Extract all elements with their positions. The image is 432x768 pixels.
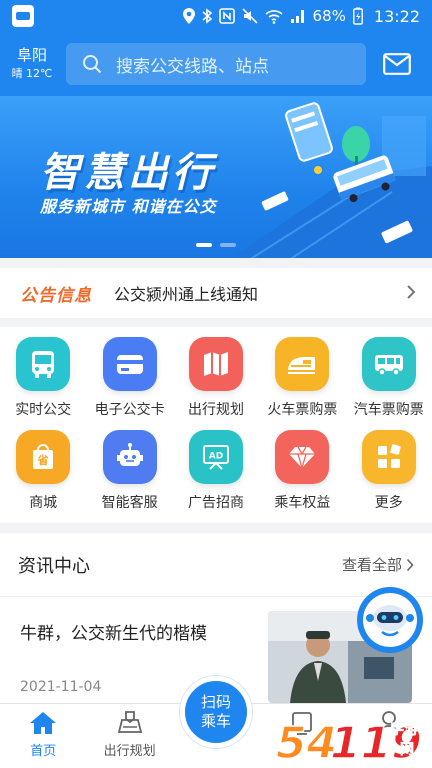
service-train-ticket[interactable]: 火车票购票 <box>259 337 345 430</box>
notice-bar[interactable]: 公告信息 公交颍州通上线通知 <box>0 268 432 318</box>
robot-icon <box>102 430 157 484</box>
nfc-icon <box>218 8 235 24</box>
service-label: 汽车票购票 <box>353 402 424 418</box>
service-label: 商城 <box>29 495 58 511</box>
battery-percent: 68% <box>312 7 346 25</box>
svg-text:手游: 手游 <box>390 721 418 738</box>
message-button[interactable] <box>382 49 412 79</box>
route-map-icon <box>117 711 142 733</box>
banner-title: 智慧出行 <box>40 150 216 196</box>
notice-tag: 公告信息 <box>20 285 92 306</box>
shopping-bag-icon: 省 <box>16 430 71 484</box>
scan-to-ride-button[interactable]: 扫码 乘车 <box>180 676 252 748</box>
bus-icon <box>16 337 71 391</box>
robot-assistant-button[interactable] <box>356 586 424 654</box>
search-input[interactable]: 搜索公交线路、站点 <box>66 43 366 85</box>
site-watermark: 54 119 手游 网 <box>275 717 422 768</box>
carousel-dot-active <box>196 243 212 247</box>
notice-text: 公交颍州通上线通知 <box>114 285 259 304</box>
home-icon <box>30 712 57 734</box>
service-label: 广告招商 <box>187 495 244 511</box>
status-time: 13:22 <box>373 6 420 26</box>
tab-home-label: 首页 <box>30 744 57 759</box>
carousel-indicator <box>196 243 236 247</box>
status-bar: 68% 13:22 <box>0 0 432 32</box>
svg-text:省: 省 <box>37 453 49 467</box>
city-weather: 晴 12℃ <box>11 67 53 80</box>
bluetooth-icon <box>202 8 212 24</box>
tab-home[interactable]: 首页 <box>0 704 86 768</box>
search-icon <box>83 55 102 74</box>
wifi-icon <box>264 10 283 24</box>
service-label: 电子公交卡 <box>94 402 165 418</box>
city-traffic-illustration <box>232 102 432 258</box>
mail-icon <box>383 53 411 75</box>
svg-text:AD: AD <box>209 452 223 462</box>
service-label: 实时公交 <box>15 402 72 418</box>
service-grid: 实时公交 电子公交卡 出行规划 火车票购票 汽车票购票 省 商城 智能客服 AD… <box>0 327 432 523</box>
tab-trip-plan[interactable]: 出行规划 <box>86 704 172 768</box>
diamond-icon <box>275 430 330 484</box>
chevron-right-icon <box>407 285 416 299</box>
svg-text:网: 网 <box>400 742 414 758</box>
search-placeholder: 搜索公交线路、站点 <box>116 56 269 77</box>
service-mall[interactable]: 省 商城 <box>0 430 86 523</box>
map-icon <box>188 337 243 391</box>
top-header: 阜阳 晴 12℃ 搜索公交线路、站点 <box>0 32 432 96</box>
view-all-label: 查看全部 <box>341 556 402 574</box>
tab-plan-label: 出行规划 <box>103 744 156 759</box>
service-realtime-bus[interactable]: 实时公交 <box>0 337 86 430</box>
battery-charging-icon <box>352 7 363 25</box>
scan-label-line1: 扫码 <box>200 693 231 711</box>
app-notification-icon <box>12 5 34 27</box>
view-all-link[interactable]: 查看全部 <box>342 554 414 575</box>
service-label: 更多 <box>374 495 403 511</box>
signal-icon <box>290 10 304 23</box>
news-item-title[interactable]: 牛群，公交新生代的楷模 <box>20 619 207 644</box>
service-label: 乘车权益 <box>274 495 331 511</box>
city-name: 阜阳 <box>16 46 47 64</box>
service-rider-benefits[interactable]: 乘车权益 <box>259 430 345 523</box>
banner-subtitle: 服务新城市 和谐在公交 <box>40 197 217 216</box>
city-selector[interactable]: 阜阳 晴 12℃ <box>0 46 64 82</box>
service-label: 出行规划 <box>187 402 244 418</box>
location-icon <box>182 8 195 24</box>
train-icon <box>275 337 330 391</box>
carousel-dot <box>220 243 236 247</box>
service-advertising[interactable]: AD 广告招商 <box>173 430 259 523</box>
coach-icon <box>361 337 416 391</box>
promo-banner[interactable]: 智慧出行 服务新城市 和谐在公交 <box>0 96 432 258</box>
service-ai-support[interactable]: 智能客服 <box>86 430 172 523</box>
service-coach-ticket[interactable]: 汽车票购票 <box>346 337 432 430</box>
service-label: 智能客服 <box>101 495 158 511</box>
news-section-title: 资讯中心 <box>18 555 90 577</box>
service-e-card[interactable]: 电子公交卡 <box>86 337 172 430</box>
chevron-right-icon <box>406 558 414 571</box>
service-label: 火车票购票 <box>267 402 338 418</box>
card-icon <box>102 337 157 391</box>
more-grid-icon <box>361 430 416 484</box>
service-more[interactable]: 更多 <box>346 430 432 523</box>
news-item-date: 2021-11-04 <box>20 679 102 695</box>
ad-icon: AD <box>188 430 243 484</box>
svg-text:54: 54 <box>276 718 337 768</box>
service-trip-plan[interactable]: 出行规划 <box>173 337 259 430</box>
scan-label-line2: 乘车 <box>200 712 231 730</box>
mute-icon <box>241 8 258 24</box>
